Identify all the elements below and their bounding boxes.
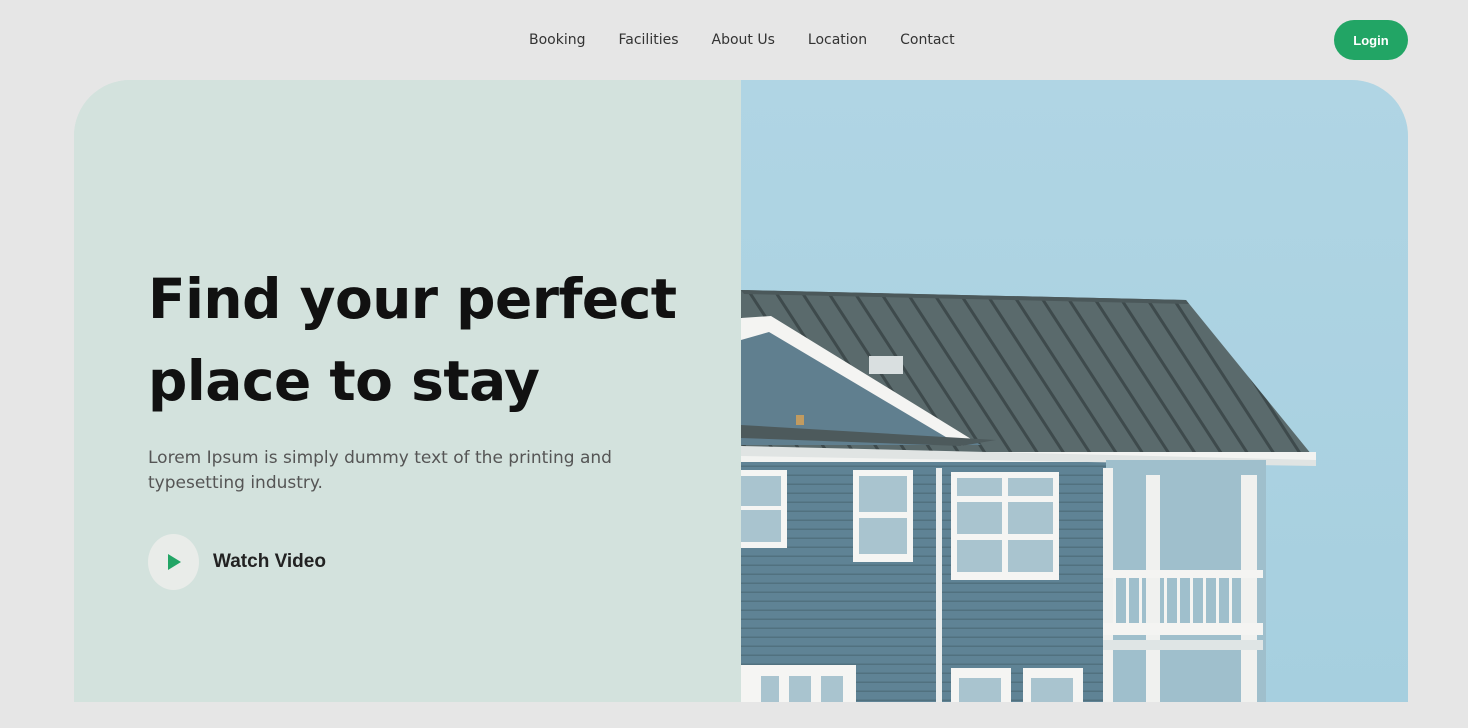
top-navigation: Booking Facilities About Us Location Con… <box>0 30 1468 50</box>
nav-link-booking[interactable]: Booking <box>529 30 586 50</box>
hero-title: Find your perfect place to stay <box>148 258 708 422</box>
play-button[interactable] <box>148 534 199 590</box>
watch-video-label: Watch Video <box>213 551 326 572</box>
nav-link-contact[interactable]: Contact <box>900 30 954 50</box>
nav-link-facilities[interactable]: Facilities <box>619 30 679 50</box>
hero-house-image <box>741 80 1408 702</box>
play-icon <box>167 554 181 570</box>
hero-title-line-2: place to stay <box>148 349 540 413</box>
login-button[interactable]: Login <box>1334 20 1408 60</box>
hero-text-panel: Find your perfect place to stay Lorem Ips… <box>74 80 741 702</box>
nav-links: Booking Facilities About Us Location Con… <box>529 30 955 50</box>
watch-video-button[interactable]: Watch Video <box>148 534 326 590</box>
nav-link-about-us[interactable]: About Us <box>712 30 775 50</box>
hero-title-line-1: Find your perfect <box>148 267 677 331</box>
hero-section: Find your perfect place to stay Lorem Ips… <box>74 80 1408 702</box>
nav-link-location[interactable]: Location <box>808 30 867 50</box>
hero-subtitle: Lorem Ipsum is simply dummy text of the … <box>148 448 612 493</box>
